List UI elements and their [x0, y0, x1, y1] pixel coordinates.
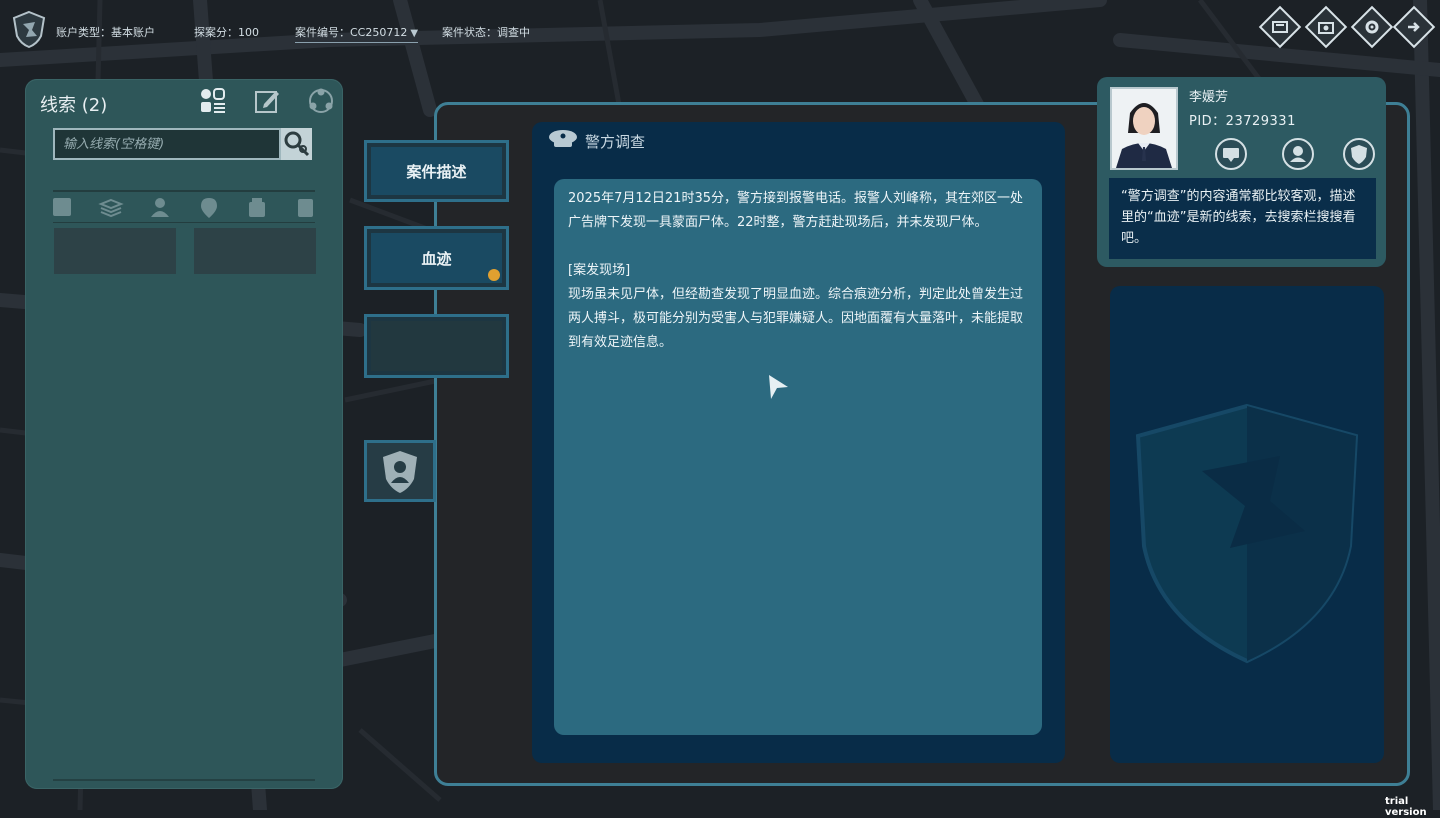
- new-clue-badge-icon: [488, 269, 500, 281]
- files-icon: [1272, 21, 1288, 33]
- trial-watermark: trial version: [1385, 796, 1427, 818]
- filter-divider: [53, 190, 315, 192]
- clue-filter-bar: [53, 196, 315, 220]
- police-profile-button[interactable]: [364, 440, 436, 502]
- clue-search-button[interactable]: [281, 128, 312, 160]
- clue-note-button[interactable]: [254, 88, 280, 118]
- tab-case-description[interactable]: 案件描述: [364, 140, 509, 202]
- evidence-panel: [1110, 286, 1384, 763]
- account-type: 账户类型：基本账户: [56, 26, 155, 39]
- mouse-cursor-icon: [768, 374, 790, 404]
- tab-bloodstain[interactable]: 血迹: [364, 226, 509, 290]
- officer-name: 李媛芳: [1189, 90, 1229, 105]
- police-emblem-watermark-icon: [1135, 403, 1359, 664]
- gear-icon: [1365, 20, 1379, 34]
- case-number-dropdown[interactable]: 案件编号：CC250712 ▼: [295, 24, 419, 43]
- edit-icon: [255, 91, 279, 113]
- officer-hint: “警方调查”的内容通常都比较客观，描述里的“血迹”是新的线索，去搜索栏搜搜看吧。: [1109, 178, 1376, 259]
- case-score: 探案分：100: [194, 26, 259, 39]
- tab-label: 血迹: [371, 233, 502, 283]
- badge-button[interactable]: [1343, 138, 1375, 170]
- chevron-down-icon: ▼: [410, 28, 419, 39]
- police-badge-icon: [383, 451, 417, 493]
- tab-label: 案件描述: [371, 147, 502, 195]
- chat-icon: [1223, 148, 1239, 162]
- document-title: 警方调查: [585, 133, 646, 151]
- document-body: 2025年7月12日21时35分，警方接到报警电话。报警人刘峰称，其在郊区一处广…: [554, 179, 1042, 735]
- clue-card[interactable]: [54, 228, 176, 274]
- clue-scroll-track[interactable]: [53, 779, 315, 781]
- officer-info-button[interactable]: [1282, 138, 1314, 170]
- tab-empty-slot[interactable]: [364, 314, 509, 378]
- clue-category-button[interactable]: [200, 88, 226, 118]
- network-icon: [309, 88, 333, 113]
- case-status: 案件状态：调查中: [442, 26, 530, 39]
- clue-title: 线索 (2): [40, 95, 108, 116]
- search-icon: [284, 131, 310, 157]
- category-grid-icon: [201, 88, 225, 113]
- clue-search-input[interactable]: [53, 128, 281, 160]
- clue-card[interactable]: [194, 228, 316, 274]
- officer-pid: PID：23729331: [1189, 114, 1296, 129]
- app-logo: [12, 10, 46, 49]
- clue-panel: [25, 79, 343, 789]
- exit-icon: [1408, 22, 1420, 32]
- document-paragraph: 现场虽未见尸体，但经勘查发现了明显血迹。综合痕迹分析，判定此处曾发生过两人搏斗，…: [568, 287, 1024, 350]
- filter-icons: [53, 198, 313, 218]
- shield-icon: [1351, 145, 1367, 164]
- clue-network-button[interactable]: [307, 87, 335, 119]
- document-paragraph: 2025年7月12日21时35分，警方接到报警电话。报警人刘峰称，其在郊区一处广…: [568, 191, 1023, 230]
- chat-button[interactable]: [1215, 138, 1247, 170]
- officer-avatar: [1110, 87, 1178, 170]
- clue-search: [53, 128, 312, 160]
- police-cap-icon: [548, 127, 578, 151]
- filter-divider-bottom: [53, 222, 315, 223]
- officer-icon: [1290, 146, 1306, 162]
- camera-icon: [1318, 22, 1334, 34]
- document-section-heading: [案发现场]: [568, 263, 631, 278]
